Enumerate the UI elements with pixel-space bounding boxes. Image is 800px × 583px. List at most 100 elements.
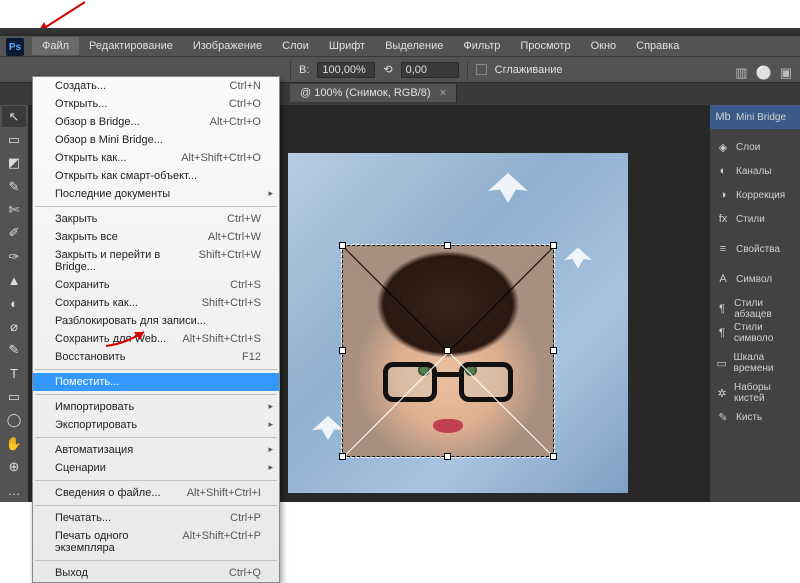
menu-item[interactable]: Автоматизация (33, 441, 279, 459)
rotate-field[interactable] (401, 62, 459, 78)
menu-item-label: Закрыть все (55, 231, 118, 243)
menu-layers[interactable]: Слои (272, 37, 319, 55)
menu-type[interactable]: Шрифт (319, 37, 375, 55)
panel-label: Коррекция (736, 190, 785, 201)
menu-select[interactable]: Выделение (375, 37, 453, 55)
menu-item[interactable]: Разблокировать для записи... (33, 312, 279, 330)
menu-item[interactable]: ЗакрытьCtrl+W (33, 210, 279, 228)
search-icon[interactable]: ⚪ (756, 65, 772, 81)
tool-button[interactable]: ✑ (2, 246, 26, 267)
tool-button[interactable]: … (2, 480, 26, 501)
panel-tab[interactable]: AСимвол (710, 267, 800, 291)
panel-tab[interactable]: ≡Свойства (710, 237, 800, 261)
tool-button[interactable]: ⌀ (2, 316, 26, 337)
menu-item[interactable]: Сведения о файле...Alt+Shift+Ctrl+I (33, 484, 279, 502)
transform-handle[interactable] (550, 453, 557, 460)
menu-item[interactable]: Сценарии (33, 459, 279, 477)
transform-handle[interactable] (339, 242, 346, 249)
aa-checkbox[interactable] (476, 64, 487, 75)
tool-button[interactable]: ⊕ (2, 456, 26, 477)
menu-item[interactable]: Экспортировать (33, 416, 279, 434)
menu-item-label: Сохранить (55, 279, 110, 291)
menu-item[interactable]: Печать одного экземпляраAlt+Shift+Ctrl+P (33, 527, 279, 557)
document-tab[interactable]: @ 100% (Снимок, RGB/8) × (290, 84, 457, 102)
panel-icon: ≡ (716, 242, 730, 256)
tool-button[interactable]: ✐ (2, 223, 26, 244)
tool-button[interactable]: ↖ (2, 106, 26, 127)
menu-item[interactable]: Поместить... (33, 373, 279, 391)
canvas[interactable] (288, 153, 628, 493)
menu-view[interactable]: Просмотр (510, 37, 580, 55)
menu-filter[interactable]: Фильтр (453, 37, 510, 55)
panel-tab[interactable]: ▭Шкала времени (710, 351, 800, 375)
menu-edit[interactable]: Редактирование (79, 37, 183, 55)
menu-item-label: Поместить... (55, 376, 119, 388)
menu-item[interactable]: Обзор в Bridge...Alt+Ctrl+O (33, 113, 279, 131)
tool-button[interactable]: ◯ (2, 410, 26, 431)
panel-tab[interactable]: ✎Кисть (710, 405, 800, 429)
menu-help[interactable]: Справка (626, 37, 689, 55)
tool-button[interactable]: ✎ (2, 176, 26, 197)
menu-item-label: Создать... (55, 80, 106, 92)
transform-handle[interactable] (550, 347, 557, 354)
menu-item-shortcut: Ctrl+W (227, 213, 261, 225)
panel-label: Наборы кистей (734, 382, 794, 404)
menu-item[interactable]: Импортировать (33, 398, 279, 416)
transform-handle[interactable] (550, 242, 557, 249)
menu-item[interactable]: Последние документы (33, 185, 279, 203)
menu-item-label: Сведения о файле... (55, 487, 161, 499)
menu-item[interactable]: ВыходCtrl+Q (33, 564, 279, 582)
menu-image[interactable]: Изображение (183, 37, 272, 55)
document-tab-label: @ 100% (Снимок, RGB/8) (300, 87, 431, 99)
menu-item[interactable]: Обзор в Mini Bridge... (33, 131, 279, 149)
menu-item[interactable]: Создать...Ctrl+N (33, 77, 279, 95)
menu-item[interactable]: Открыть как...Alt+Shift+Ctrl+O (33, 149, 279, 167)
tool-button[interactable]: ▭ (2, 386, 26, 407)
menu-item[interactable]: Сохранить как...Shift+Ctrl+S (33, 294, 279, 312)
menu-item[interactable]: СохранитьCtrl+S (33, 276, 279, 294)
menu-item-shortcut: Alt+Ctrl+O (210, 116, 261, 128)
annotation-arrow-2 (104, 326, 154, 355)
transform-handle[interactable] (339, 347, 346, 354)
essentials-icon[interactable]: ▥ (735, 65, 747, 81)
width-field[interactable] (317, 62, 375, 78)
menu-item[interactable]: Открыть...Ctrl+O (33, 95, 279, 113)
collapse-icon[interactable]: ▣ (780, 65, 792, 81)
menu-item[interactable]: Печатать...Ctrl+P (33, 509, 279, 527)
transform-center[interactable] (444, 347, 451, 354)
panel-tab[interactable]: MbMini Bridge (710, 105, 800, 129)
tool-button[interactable]: ▲ (2, 270, 26, 291)
menu-window[interactable]: Окно (581, 37, 627, 55)
panel-tab[interactable]: ◑Коррекция (710, 183, 800, 207)
close-icon[interactable]: × (440, 87, 446, 99)
transform-handle[interactable] (444, 242, 451, 249)
tool-button[interactable]: ✎ (2, 340, 26, 361)
menu-item-shortcut: Alt+Shift+Ctrl+O (181, 152, 261, 164)
panel-tab[interactable]: ¶Стили символо (710, 321, 800, 345)
free-transform-box[interactable] (342, 245, 554, 457)
panel-tab[interactable]: ¶Стили абзацев (710, 297, 800, 321)
tool-button[interactable]: ▭ (2, 129, 26, 150)
transform-handle[interactable] (339, 453, 346, 460)
menu-item-shortcut: F12 (242, 351, 261, 363)
panel-icon: ✲ (716, 386, 728, 400)
panel-icon: ✎ (716, 410, 730, 424)
panel-tab[interactable]: fxСтили (710, 207, 800, 231)
panel-tab[interactable]: ◐Каналы (710, 159, 800, 183)
transform-handle[interactable] (444, 453, 451, 460)
menu-file[interactable]: Файл (32, 37, 79, 55)
tool-button[interactable]: ✋ (2, 433, 26, 454)
tool-button[interactable]: ◐ (2, 293, 26, 314)
menu-separator (35, 560, 277, 561)
menu-item[interactable]: Закрыть и перейти в Bridge...Shift+Ctrl+… (33, 246, 279, 276)
panel-tab[interactable]: ◈Слои (710, 135, 800, 159)
menu-item[interactable]: Открыть как смарт-объект... (33, 167, 279, 185)
menu-item[interactable]: Сохранить для Web...Alt+Shift+Ctrl+S (33, 330, 279, 348)
panel-tab[interactable]: ✲ Наборы кистей (710, 381, 800, 405)
menu-item[interactable]: Закрыть всеAlt+Ctrl+W (33, 228, 279, 246)
menu-item[interactable]: ВосстановитьF12 (33, 348, 279, 366)
menu-item-label: Печать одного экземпляра (55, 530, 182, 554)
tool-button[interactable]: ◩ (2, 153, 26, 174)
tool-button[interactable]: T (2, 363, 26, 384)
tool-button[interactable]: ✄ (2, 199, 26, 220)
